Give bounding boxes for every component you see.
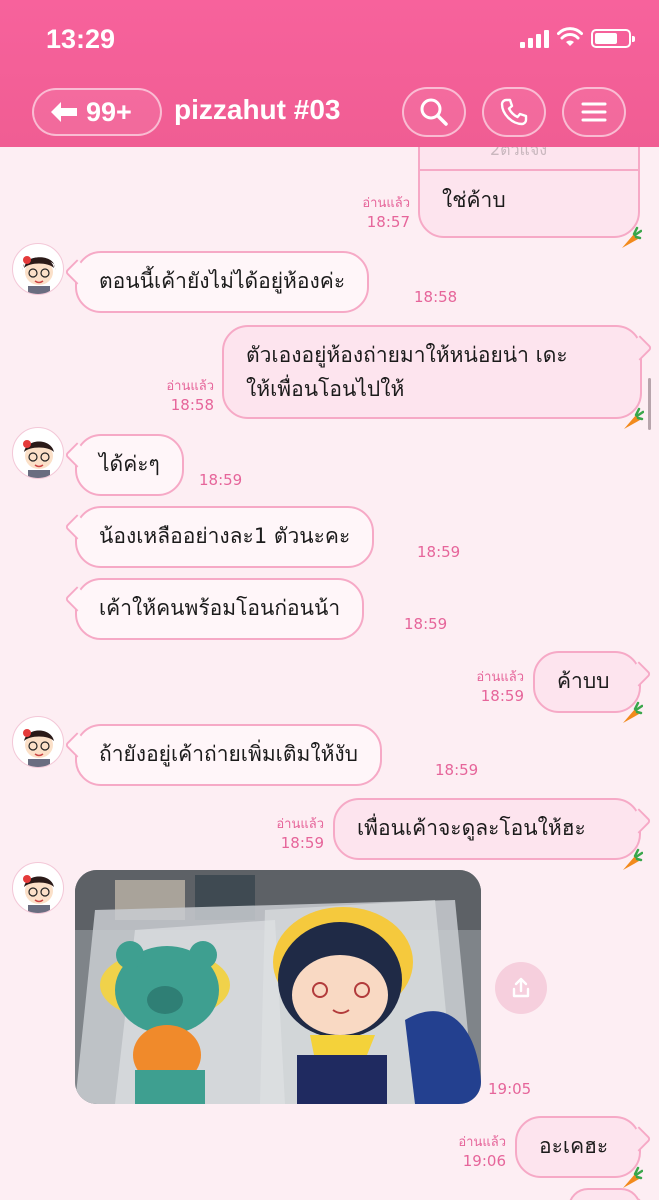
message-time: 18:59: [480, 687, 524, 705]
signal-icon: [520, 30, 550, 48]
chat-header: 13:29 99+ pizzahut #03: [0, 0, 659, 147]
battery-icon: [591, 29, 635, 48]
plush-photo: [75, 870, 481, 1104]
scrollbar[interactable]: [648, 378, 651, 430]
message-meta: อ่านแล้ว 18:58: [134, 378, 214, 414]
message-bubble-received[interactable]: ตอนนี้เค้ายังไม่ได้อยู่ห้องค่ะ: [75, 251, 370, 313]
read-receipt: อ่านแล้ว: [166, 379, 214, 394]
avatar[interactable]: [12, 862, 64, 914]
call-button[interactable]: [482, 87, 546, 137]
message-bubble-received[interactable]: น้องเหลืออย่างละ1 ตัวนะคะ: [75, 506, 375, 568]
message-text: เพื่อนเค้าจะดูละโอนให้ฮะ: [357, 816, 586, 840]
message-bubble-received[interactable]: เค้าให้คนพร้อมโอนก่อนน้า: [75, 578, 365, 640]
message-text: ตอนนี้เค้ายังไม่ได้อยู่ห้องค่ะ: [99, 269, 346, 293]
carrot-sticker-icon: [624, 407, 644, 429]
message-time: 18:59: [404, 615, 448, 633]
avatar-icon: [23, 729, 54, 767]
message-time: 18:58: [414, 288, 458, 306]
share-button[interactable]: [495, 962, 547, 1014]
wifi-icon: [557, 27, 583, 46]
avatar[interactable]: [12, 243, 64, 295]
search-icon: [420, 98, 448, 126]
message-time: 18:58: [170, 396, 214, 414]
message-bubble-received[interactable]: ถ้ายังอยู่เค้าถ่ายเพิ่มเติมให้งับ: [75, 724, 383, 786]
avatar[interactable]: [12, 427, 64, 479]
phone-icon: [500, 98, 528, 126]
message-text-line: ตัวเองอยู่ห้องถ่ายมาให้หน่อยน่า เดะ: [246, 343, 568, 367]
carrot-sticker-icon: [623, 848, 643, 870]
message-time: 19:06: [462, 1152, 506, 1170]
message-text: ได้ค่ะๆ: [99, 452, 160, 476]
message-bubble-sent[interactable]: ค้าบบ: [533, 651, 643, 723]
menu-button[interactable]: [562, 87, 626, 137]
message-meta: อ่านแล้ว 18:59: [444, 669, 524, 705]
message-meta: อ่านแล้ว 18:59: [244, 816, 324, 852]
status-time: 13:29: [46, 24, 116, 54]
message-text-line: ให้เพื่อนโอนไปให้: [246, 377, 405, 401]
message-time: 18:59: [280, 834, 324, 852]
message-text: ถ้ายังอยู่เค้าถ่ายเพิ่มเติมให้งับ: [99, 742, 359, 766]
message-time: 18:59: [199, 471, 243, 489]
message-text: ใช่ค้าบ: [442, 188, 506, 212]
avatar[interactable]: [12, 716, 64, 768]
message-text: ค้าบบ: [557, 669, 610, 693]
read-receipt: อ่านแล้ว: [276, 817, 324, 832]
message-bubble-sent[interactable]: เพื่อนเค้าจะดูละโอนให้ฮะ: [333, 798, 643, 870]
search-button[interactable]: [402, 87, 466, 137]
message-meta: อ่านแล้ว 19:06: [426, 1134, 506, 1170]
read-receipt: อ่านแล้ว: [362, 196, 410, 211]
message-time: 18:57: [366, 213, 410, 231]
share-icon: [512, 977, 530, 998]
message-time: 19:05: [488, 1080, 532, 1098]
read-receipt: อ่านแล้ว: [476, 670, 524, 685]
carrot-sticker-icon: [623, 701, 643, 723]
unread-count: 99+: [86, 96, 132, 127]
menu-icon: [581, 102, 607, 122]
back-button[interactable]: 99+: [32, 88, 162, 136]
message-meta: อ่านแล้ว 18:57: [330, 195, 410, 231]
avatar-icon: [23, 440, 54, 478]
message-text: น้องเหลืออย่างละ1 ตัวนะคะ: [99, 524, 351, 548]
back-arrow-icon: [51, 102, 77, 122]
message-bubble-sent[interactable]: อะเคฮะ: [515, 1116, 643, 1188]
chat-title: pizzahut #03: [174, 94, 341, 125]
message-bubble-sent-partial[interactable]: [568, 1188, 641, 1200]
message-bubble-sent[interactable]: ตัวเองอยู่ห้องถ่ายมาให้หน่อยน่า เดะ ให้เ…: [222, 325, 644, 429]
avatar-icon: [22, 256, 56, 294]
carrot-sticker-icon: [622, 226, 642, 248]
message-text: เค้าให้คนพร้อมโอนก่อนน้า: [99, 596, 341, 620]
read-receipt: อ่านแล้ว: [458, 1135, 506, 1150]
message-text: อะเคฮะ: [539, 1134, 609, 1158]
message-time: 18:59: [417, 543, 461, 561]
avatar-icon: [23, 875, 54, 913]
photo-message[interactable]: [75, 870, 481, 1104]
message-time: 18:59: [435, 761, 479, 779]
message-bubble-received[interactable]: ได้ค่ะๆ: [75, 434, 184, 496]
